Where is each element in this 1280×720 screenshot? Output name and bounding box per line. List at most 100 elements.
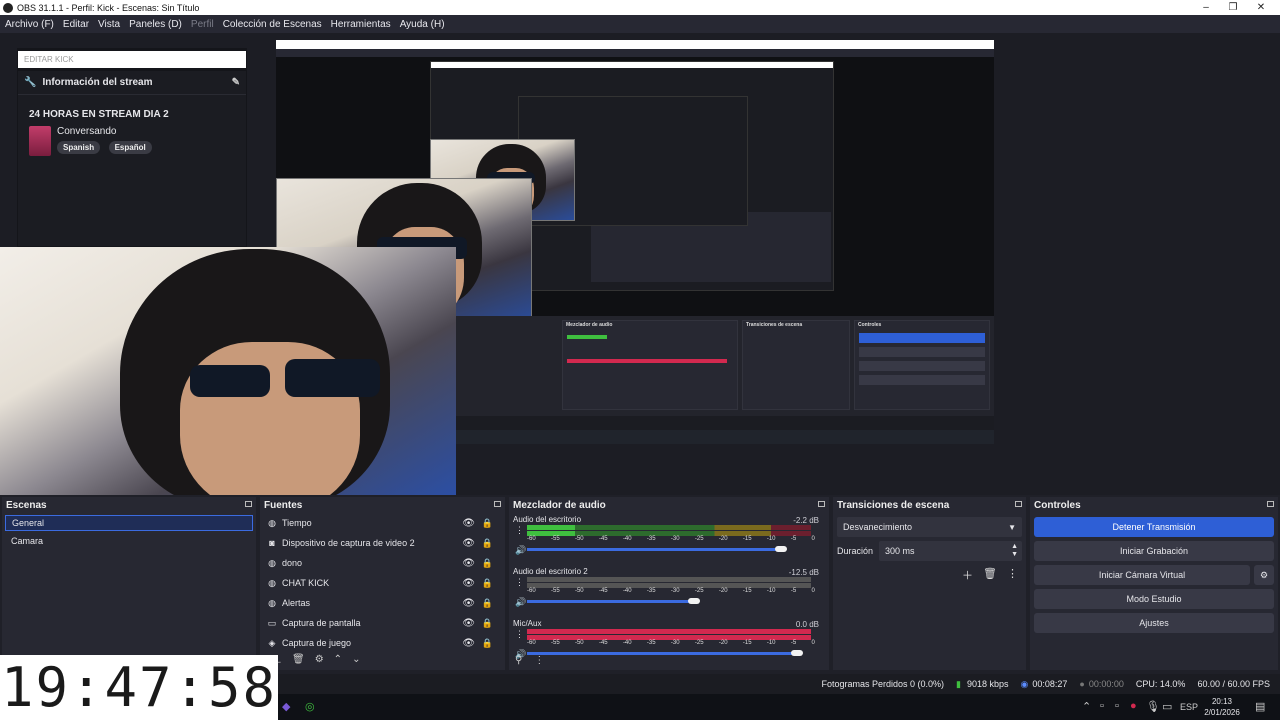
kick-edit-input[interactable]: EDITAR KICK [18, 51, 246, 68]
lock-icon[interactable]: 🔒 [482, 518, 493, 529]
source-item[interactable]: ◍ CHAT KICK 👁 🔒 [260, 573, 505, 593]
more-icon[interactable]: ⋮ [515, 629, 524, 640]
microphone-icon[interactable]: 🎙 [1146, 700, 1160, 713]
lock-icon[interactable]: 🔒 [482, 558, 493, 569]
source-item[interactable]: ◍ Alertas 👁 🔒 [260, 593, 505, 613]
mixer-channel: Mic/Aux 0.0 dB ⋮ -60 -55 -50 -45 -40 -35 -30 -25 -2… [509, 617, 829, 669]
add-icon[interactable]: ＋ [962, 567, 973, 583]
speaker-icon[interactable]: 🔊 [515, 545, 526, 556]
eye-icon[interactable]: 👁 [462, 638, 475, 649]
scenes-dock: Escenas General Camara [2, 497, 256, 670]
tray-icon[interactable]: ▫ [1115, 700, 1119, 712]
taskbar-clock[interactable]: 20:13 2/01/2026 [1200, 696, 1244, 718]
record-time: 00:00:00 [1088, 679, 1124, 689]
undock-icon[interactable] [1015, 501, 1022, 507]
eye-icon[interactable]: 👁 [462, 558, 475, 569]
lock-icon[interactable]: 🔒 [482, 638, 493, 649]
more-icon[interactable]: ⋮ [515, 525, 524, 536]
stop-stream-button[interactable]: Detener Transmisión [1034, 517, 1274, 537]
source-item[interactable]: ▭ Captura de pantalla 👁 🔒 [260, 613, 505, 633]
tray-icon[interactable]: ● [1130, 700, 1137, 712]
vcam-settings-gear-icon[interactable]: ⚙ [1254, 565, 1274, 585]
controls-dock: Controles Detener Transmisión Iniciar Gr… [1030, 497, 1278, 670]
menu-perfil[interactable]: Perfil [186, 19, 218, 30]
transition-select[interactable]: Desvanecimiento ▼ [837, 517, 1022, 537]
undock-icon[interactable] [494, 501, 501, 507]
level-meter [527, 577, 811, 582]
gamepad-icon: ◈ [268, 637, 276, 648]
mixer-link-icon[interactable]: ⚲ [515, 655, 522, 666]
arrow-down-icon[interactable]: ⌄ [352, 654, 360, 669]
eye-icon[interactable]: 👁 [462, 598, 475, 609]
maximize-icon[interactable]: ❐ [1219, 0, 1247, 15]
lock-icon[interactable]: 🔒 [482, 578, 493, 589]
network-icon[interactable]: ▭ [1162, 700, 1172, 713]
arrow-up-icon[interactable]: ⌃ [334, 654, 342, 669]
pencil-icon[interactable]: ✎ [232, 77, 240, 88]
gear-icon[interactable]: ⚙ [315, 654, 324, 669]
more-icon[interactable]: ⋮ [515, 577, 524, 588]
signal-bars-icon: ▮ [956, 678, 961, 689]
dock-area: Escenas General Camara Fuentes ◍ Tiempo 👁 🔒… [0, 495, 1280, 672]
language-indicator[interactable]: ESP [1180, 702, 1198, 712]
settings-button[interactable]: Ajustes [1034, 613, 1274, 633]
muted-speaker-icon[interactable]: 🔊 [515, 597, 526, 608]
minimize-icon[interactable]: – [1192, 0, 1220, 15]
notifications-icon[interactable]: ▤ [1255, 700, 1265, 713]
scene-item[interactable]: Camara [5, 533, 253, 549]
level-meter-fill [527, 525, 576, 530]
source-item[interactable]: ◍ dono 👁 🔒 [260, 553, 505, 573]
volume-knob[interactable] [688, 598, 701, 604]
volume-slider[interactable] [527, 600, 695, 603]
source-item[interactable]: ◙ Dispositivo de captura de video 2 👁 🔒 [260, 533, 505, 553]
eye-icon[interactable]: 👁 [462, 518, 475, 529]
spin-arrows-icon[interactable]: ▲ ▼ [1011, 543, 1018, 559]
volume-knob[interactable] [791, 650, 803, 656]
studio-mode-button[interactable]: Modo Estudio [1034, 589, 1274, 609]
transitions-title: Transiciones de escena [837, 499, 950, 511]
volume-knob[interactable] [774, 546, 787, 552]
undock-icon[interactable] [1267, 501, 1274, 507]
eye-icon[interactable]: 👁 [462, 538, 475, 549]
category-thumbnail [29, 126, 51, 156]
channel-name: Audio del escritorio 2 [513, 567, 588, 576]
more-icon[interactable]: ⋮ [534, 655, 544, 666]
kick-stream-info-card: 🔧 Información del stream ✎ 24 HORAS EN S… [18, 71, 246, 246]
source-item[interactable]: ◍ Tiempo 👁 🔒 [260, 513, 505, 533]
close-icon[interactable]: ✕ [1247, 0, 1275, 15]
volume-slider[interactable] [527, 548, 781, 551]
trash-icon[interactable]: 🗑 [983, 567, 997, 583]
obs-taskbar-icon[interactable]: ◎ [305, 700, 315, 713]
trash-icon[interactable]: 🗑 [292, 654, 305, 669]
more-icon[interactable]: ⋮ [1007, 567, 1018, 583]
menu-paneles[interactable]: Paneles (D) [124, 19, 186, 30]
lock-icon[interactable]: 🔒 [482, 538, 493, 549]
source-item[interactable]: ◈ Captura de juego 👁 🔒 [260, 633, 505, 653]
duration-input[interactable]: 300 ms ▲ ▼ [879, 541, 1022, 561]
scene-item[interactable]: General [5, 515, 253, 531]
webcam-source [0, 247, 456, 504]
stream-icon: ◉ [1020, 678, 1029, 689]
menu-coleccion[interactable]: Colección de Escenas [218, 19, 326, 30]
app-icon[interactable]: ◆ [282, 700, 290, 713]
tray-icon[interactable]: ▫ [1100, 700, 1104, 712]
lock-icon[interactable]: 🔒 [482, 598, 493, 609]
eye-icon[interactable]: 👁 [462, 618, 475, 629]
start-virtual-camera-button[interactable]: Iniciar Cámara Virtual [1034, 565, 1250, 585]
tray-chevron-icon[interactable]: ⌃ [1082, 700, 1091, 713]
menu-archivo[interactable]: Archivo (F) [0, 19, 58, 30]
controls-title: Controles [1034, 499, 1081, 511]
source-label: Alertas [282, 598, 311, 608]
volume-slider[interactable] [527, 652, 797, 655]
eye-icon[interactable]: 👁 [462, 578, 475, 589]
menu-herramientas[interactable]: Herramientas [326, 19, 395, 30]
lock-icon[interactable]: 🔒 [482, 618, 493, 629]
duration-row: Duración 300 ms ▲ ▼ [837, 541, 1022, 561]
undock-icon[interactable] [245, 501, 252, 507]
start-recording-button[interactable]: Iniciar Grabación [1034, 541, 1274, 561]
menu-editar[interactable]: Editar [58, 19, 93, 30]
menu-ayuda[interactable]: Ayuda (H) [395, 19, 449, 30]
undock-icon[interactable] [818, 501, 825, 507]
preview-nested-titlebar [276, 40, 994, 49]
menu-vista[interactable]: Vista [93, 19, 124, 30]
